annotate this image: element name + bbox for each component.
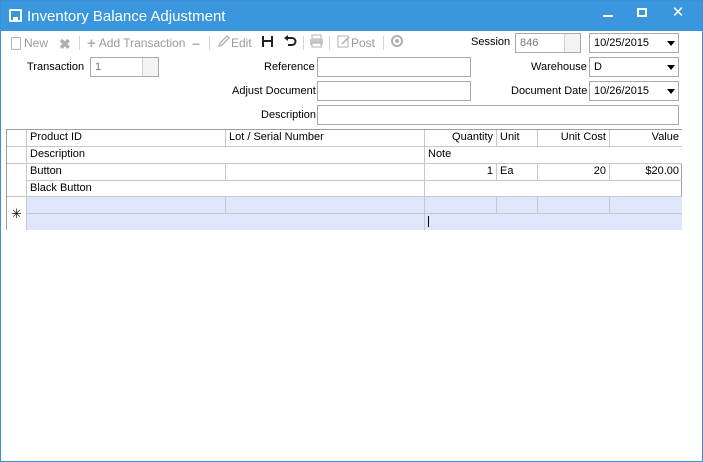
- cell-product-id[interactable]: Button: [27, 164, 226, 181]
- post-document-icon: [337, 34, 351, 53]
- cell-unit[interactable]: Ea: [497, 164, 538, 181]
- new-cell-note[interactable]: [425, 214, 682, 230]
- warehouse-label: Warehouse: [531, 61, 587, 73]
- minimize-button[interactable]: [591, 1, 625, 25]
- document-date-label: Document Date: [511, 85, 588, 97]
- new-row-marker: ✳: [7, 197, 27, 230]
- minus-icon: −: [192, 35, 201, 52]
- transaction-label: Transaction: [27, 61, 85, 73]
- transaction-lookup-button[interactable]: [142, 58, 158, 76]
- new-cell-value[interactable]: [610, 197, 682, 214]
- printer-icon: [309, 34, 324, 53]
- add-transaction-button[interactable]: + Add Transaction: [87, 34, 185, 52]
- session-date-value: 10/25/2015: [594, 37, 650, 49]
- text-caret: [428, 216, 429, 227]
- refresh-button[interactable]: [390, 34, 404, 52]
- cell-quantity[interactable]: 1: [425, 164, 497, 181]
- column-header-unit[interactable]: Unit: [497, 130, 538, 147]
- warehouse-value: D: [594, 61, 602, 73]
- adjust-document-field[interactable]: [317, 81, 471, 101]
- toolbar-separator: [79, 36, 80, 50]
- app-icon: [9, 9, 22, 22]
- minimize-icon: [603, 15, 613, 17]
- cell-unit-cost[interactable]: 20: [538, 164, 610, 181]
- title-bar: Inventory Balance Adjustment ✕: [1, 1, 702, 31]
- post-button[interactable]: Post: [337, 34, 375, 52]
- new-cell-description[interactable]: [27, 214, 425, 230]
- toolbar-separator: [383, 36, 384, 50]
- chevron-down-icon: [667, 65, 675, 70]
- transaction-field[interactable]: 1: [90, 57, 159, 77]
- description-label: Description: [261, 109, 317, 121]
- new-document-icon: [11, 37, 21, 51]
- row-selector[interactable]: [7, 164, 27, 197]
- adjust-document-label: Adjust Document: [232, 85, 316, 97]
- post-label: Post: [351, 36, 376, 50]
- maximize-button[interactable]: [625, 1, 659, 25]
- column-header-note[interactable]: Note: [425, 147, 682, 164]
- toolbar-separator: [209, 36, 210, 50]
- document-date-dropdown[interactable]: 10/26/2015: [589, 81, 679, 101]
- new-button[interactable]: New: [11, 34, 48, 52]
- chevron-down-icon: [667, 89, 675, 94]
- column-header-lot-serial[interactable]: Lot / Serial Number: [226, 130, 425, 147]
- cell-description[interactable]: Black Button: [27, 181, 425, 197]
- session-date-dropdown[interactable]: 10/25/2015: [589, 33, 679, 53]
- window-title: Inventory Balance Adjustment: [27, 8, 226, 25]
- close-icon: ✕: [671, 4, 685, 21]
- session-field[interactable]: 846: [515, 33, 581, 53]
- reference-label: Reference: [264, 61, 315, 73]
- add-transaction-label: Add Transaction: [98, 36, 186, 50]
- column-header-value[interactable]: Value: [610, 130, 682, 147]
- save-icon: [261, 35, 274, 53]
- row-selector: [7, 147, 27, 164]
- new-label: New: [24, 36, 49, 50]
- remove-transaction-button[interactable]: −: [192, 34, 200, 52]
- save-button[interactable]: [261, 34, 274, 52]
- column-header-quantity[interactable]: Quantity: [425, 130, 497, 147]
- column-header-description[interactable]: Description: [27, 147, 425, 164]
- delete-button[interactable]: ✖: [59, 34, 71, 52]
- cell-value[interactable]: $20.00: [610, 164, 682, 181]
- plus-icon: +: [87, 34, 96, 52]
- print-button[interactable]: [309, 34, 324, 52]
- new-cell-unit-cost[interactable]: [538, 197, 610, 214]
- asterisk-icon: ✳: [11, 206, 22, 221]
- edit-button[interactable]: Edit: [217, 34, 252, 52]
- column-header-product-id[interactable]: Product ID: [27, 130, 226, 147]
- maximize-icon: [637, 8, 647, 17]
- pencil-icon: [217, 34, 231, 53]
- column-header-unit-cost[interactable]: Unit Cost: [538, 130, 610, 147]
- toolbar-separator: [303, 36, 304, 50]
- description-field[interactable]: [317, 105, 679, 125]
- delete-icon: ✖: [59, 35, 71, 52]
- undo-icon: [283, 34, 297, 53]
- session-lookup-button[interactable]: [564, 34, 580, 52]
- undo-button[interactable]: [283, 34, 297, 52]
- window: Inventory Balance Adjustment ✕ New ✖ + Ad…: [0, 0, 703, 462]
- reference-field[interactable]: [317, 57, 471, 77]
- document-date-value: 10/26/2015: [594, 85, 650, 97]
- transaction-value: 1: [95, 61, 102, 73]
- cell-note[interactable]: [425, 181, 682, 197]
- session-value: 846: [520, 37, 539, 49]
- transaction-grid: Product ID Lot / Serial Number Quantity …: [6, 129, 682, 230]
- new-cell-quantity[interactable]: [425, 197, 497, 214]
- row-selector: [7, 130, 27, 147]
- toolbar-separator: [329, 36, 330, 50]
- new-cell-lot-serial[interactable]: [226, 197, 425, 214]
- cell-lot-serial[interactable]: [226, 164, 425, 181]
- session-label: Session: [471, 36, 511, 48]
- new-cell-unit[interactable]: [497, 197, 538, 214]
- new-cell-product-id[interactable]: [27, 197, 226, 214]
- edit-label: Edit: [231, 36, 252, 50]
- chevron-down-icon: [667, 41, 675, 46]
- refresh-icon: [390, 34, 404, 53]
- warehouse-dropdown[interactable]: D: [589, 57, 679, 77]
- close-button[interactable]: ✕: [661, 1, 695, 25]
